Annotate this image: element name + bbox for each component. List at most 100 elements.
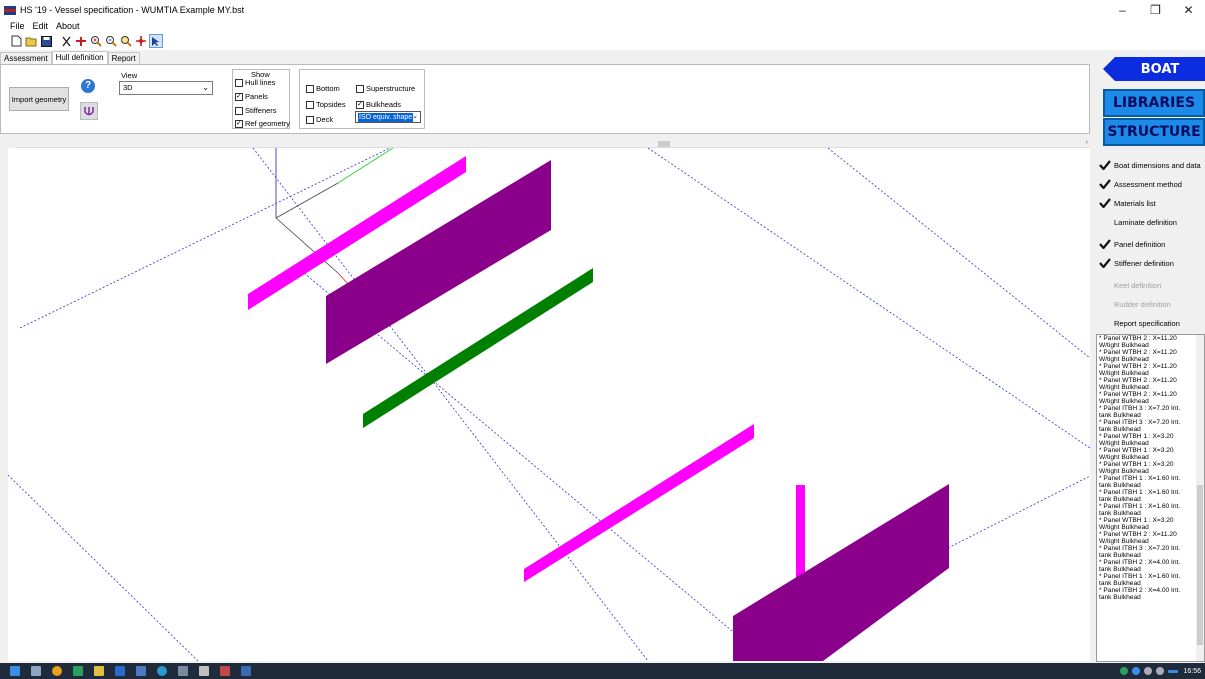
select-icon[interactable] [149,34,163,48]
nav-stiffener-definition[interactable]: Stiffener definition [1098,257,1174,269]
checkbox-label: Panels [245,92,268,101]
new-icon[interactable] [9,34,23,48]
nav-label: Rudder definition [1114,299,1171,309]
libraries-button[interactable]: LIBRARIES [1103,89,1205,117]
checkmark-icon [1098,159,1112,171]
nav-report-specification[interactable]: Report specification [1098,317,1180,329]
checkbox-box[interactable] [235,78,243,87]
tray-icon[interactable] [1120,667,1129,675]
start-icon[interactable] [10,666,20,676]
boat-button[interactable]: BOAT [1103,57,1205,81]
bulkhead-panel-magenta-2[interactable] [524,424,754,582]
app-window: HS '19 - Vessel specification - WUMTIA E… [0,0,1205,679]
excel-icon[interactable] [73,666,83,676]
bulkhead-panel-magenta-vertical[interactable] [796,485,805,582]
structure-button[interactable]: STRUCTURE [1103,118,1205,146]
checkbox-panels[interactable]: Panels [235,92,268,101]
checkmark-icon [1098,238,1112,250]
checkbox-box[interactable] [235,92,243,101]
nav-materials-list[interactable]: Materials list [1098,197,1156,209]
nav-boat-dimensions[interactable]: Boat dimensions and data [1098,159,1201,171]
chrome-icon[interactable] [52,666,62,676]
nav-panel-definition[interactable]: Panel definition [1098,238,1165,250]
language-icon[interactable] [1168,669,1179,673]
log-line: * Panel ITBH 3 : X=7.20 Int. [1099,545,1181,552]
pan-icon[interactable] [134,34,148,48]
bulkhead-panel-purple-2[interactable] [733,484,949,661]
checkbox-box[interactable] [306,100,314,109]
chevron-down-icon: ⌄ [412,113,418,120]
view-select[interactable]: 3D ⌄ [119,81,213,95]
shape-select-value: ISO equiv. shape [358,113,414,122]
log-line: * Panel ITBH 3 : X=7.20 Int. [1099,419,1181,426]
log-scrollbar[interactable] [1196,335,1204,661]
checkbox-box[interactable] [235,119,243,128]
checkbox-box[interactable] [306,115,314,124]
zoom-in-icon[interactable] [89,34,103,48]
message-log[interactable]: * Panel WTBH 2 : X=11.20 W/tight Bulkhead… [1096,334,1205,662]
menu-about[interactable]: About [52,21,84,31]
horizontal-scrollbar[interactable]: ‹ › [8,139,1090,148]
checkbox-deck[interactable]: Deck [306,115,333,124]
network-icon[interactable] [1144,667,1153,675]
app-icon[interactable] [199,666,209,676]
checkbox-box[interactable] [306,84,314,93]
scroll-thumb[interactable] [1197,485,1203,645]
import-geometry-button[interactable]: Import geometry [9,87,69,111]
nav-laminate-definition[interactable]: Laminate definition [1098,216,1177,228]
nav-keel-definition: Keel definition [1098,279,1161,291]
log-line: * Panel WTBH 1 : X=3.20 [1099,433,1174,440]
checkbox-topsides[interactable]: Topsides [306,100,346,109]
minimize-button[interactable]: – [1106,0,1139,20]
bulkhead-panel-purple-1[interactable] [326,160,551,364]
log-line: * Panel ITBH 1 : X=1.60 Int. [1099,503,1181,510]
checkbox-box[interactable] [356,100,364,109]
word-icon[interactable] [115,666,125,676]
checkbox-superstructure[interactable]: Superstructure [356,84,415,93]
log-line: * Panel ITBH 1 : X=1.60 Int. [1099,573,1181,580]
volume-icon[interactable] [1156,667,1165,675]
nav-assessment-method[interactable]: Assessment method [1098,178,1182,190]
checkbox-hull-lines[interactable]: Hull lines [235,78,275,87]
nav-label: Laminate definition [1114,217,1177,227]
file-explorer-icon[interactable] [94,666,104,676]
checkbox-box[interactable] [235,106,243,115]
close-button[interactable]: ✕ [1172,0,1205,20]
3d-viewport[interactable] [8,148,1090,661]
menu-edit[interactable]: Edit [29,21,53,31]
checkbox-stiffeners[interactable]: Stiffeners [235,106,277,115]
cut-icon[interactable] [59,34,73,48]
tray-icon[interactable] [1132,667,1141,675]
scroll-thumb[interactable] [658,141,670,147]
app-icon[interactable] [241,666,251,676]
log-line: W/tight Bulkhead [1099,398,1149,405]
open-icon[interactable] [24,34,38,48]
zoom-out-icon[interactable] [104,34,118,48]
viewport-canvas[interactable] [8,148,1090,661]
app-icon[interactable] [178,666,188,676]
hs19-taskbar-icon[interactable] [220,666,230,676]
hull-shape-icon[interactable] [80,102,98,120]
tab-hull-definition[interactable]: Hull definition [51,51,108,64]
checkbox-ref-geometry[interactable]: Ref geometry [235,119,290,128]
tab-assessment[interactable]: Assessment [0,52,52,64]
checkbox-bottom[interactable]: Bottom [306,84,340,93]
edge-icon[interactable] [157,666,167,676]
checkbox-box[interactable] [356,84,364,93]
help-icon[interactable]: ? [81,79,95,93]
task-view-icon[interactable] [31,666,41,676]
split-icon[interactable] [74,34,88,48]
shape-select[interactable]: ISO equiv. shape ⌄ [355,111,421,123]
app-icon[interactable] [136,666,146,676]
menu-bar: File Edit About [0,20,1205,32]
nav-label: Boat dimensions and data [1114,160,1201,170]
zoom-fit-icon[interactable] [119,34,133,48]
log-line: W/tight Bulkhead [1099,384,1149,391]
nav-label: Panel definition [1114,239,1166,249]
menu-file[interactable]: File [0,21,29,31]
maximize-button[interactable]: ❐ [1139,0,1172,20]
tab-report[interactable]: Report [107,52,140,64]
save-icon[interactable] [39,34,53,48]
scroll-right-icon[interactable]: › [1086,139,1088,146]
checkbox-bulkheads[interactable]: Bulkheads [356,100,401,109]
